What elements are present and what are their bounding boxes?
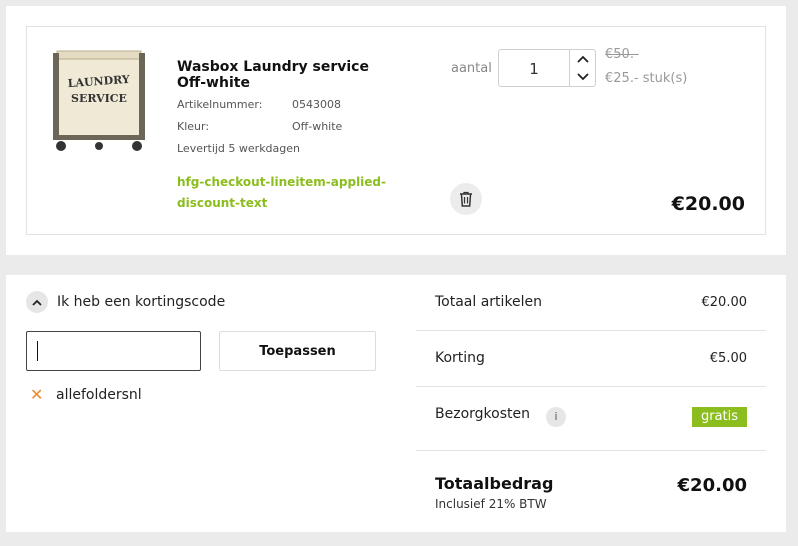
quantity-stepper[interactable]: 1 xyxy=(498,49,596,87)
color-value: Off-white xyxy=(292,120,343,133)
product-title[interactable]: Wasbox Laundry service Off-white xyxy=(177,59,387,91)
items-total-value: €20.00 xyxy=(701,295,748,310)
chevron-up-icon xyxy=(26,291,48,313)
coupon-code-input[interactable] xyxy=(26,331,201,371)
text-caret xyxy=(37,341,38,361)
grand-total-label: Totaalbedrag xyxy=(435,474,554,493)
cart-item-panel: LAUNDRY SERVICE Wasbox Laundry service O… xyxy=(6,6,786,255)
vat-note: Inclusief 21% BTW xyxy=(435,497,547,511)
apply-coupon-button[interactable]: Toepassen xyxy=(219,331,376,371)
quantity-label: aantal xyxy=(451,61,492,76)
applied-discount-text: hfg-checkout-lineitem-applied-discount-t… xyxy=(177,175,386,210)
remove-coupon-icon[interactable]: ✕ xyxy=(30,387,46,403)
discount-label: Korting xyxy=(435,350,485,366)
items-total-label: Totaal artikelen xyxy=(435,294,543,310)
summary-row-items: Totaal artikelen €20.00 xyxy=(416,275,766,331)
quantity-value[interactable]: 1 xyxy=(499,60,569,78)
unit-price: €25.- stuk(s) xyxy=(605,71,688,86)
quantity-increase-button[interactable] xyxy=(570,50,596,68)
shipping-free-badge: gratis xyxy=(691,407,747,427)
delivery-time: Levertijd 5 werkdagen xyxy=(177,142,301,155)
article-number-value: 0543008 xyxy=(292,98,341,111)
cart-line-item: LAUNDRY SERVICE Wasbox Laundry service O… xyxy=(26,26,766,235)
checkout-summary-panel: Ik heb een kortingscode Toepassen ✕ alle… xyxy=(6,275,786,532)
quantity-decrease-button[interactable] xyxy=(570,68,596,86)
remove-item-button[interactable] xyxy=(450,183,482,215)
chevron-down-icon xyxy=(577,73,589,81)
applied-coupon: ✕ allefoldersnl xyxy=(30,387,142,404)
applied-coupon-code: allefoldersnl xyxy=(56,387,142,403)
line-total: €20.00 xyxy=(671,193,745,215)
coupon-toggle-label: Ik heb een kortingscode xyxy=(57,294,226,310)
shipping-label: Bezorgkosten xyxy=(435,406,530,422)
product-image-text-2: SERVICE xyxy=(71,92,127,105)
info-icon[interactable]: i xyxy=(546,407,566,427)
grand-total-value: €20.00 xyxy=(677,475,747,496)
chevron-up-icon xyxy=(577,55,589,63)
summary-row-discount: Korting €5.00 xyxy=(416,331,766,387)
article-number-label: Artikelnummer: xyxy=(177,98,263,111)
coupon-toggle[interactable]: Ik heb een kortingscode xyxy=(26,291,225,313)
trash-icon xyxy=(460,191,472,207)
summary-row-shipping: Bezorgkosten i gratis xyxy=(416,387,766,451)
old-price: €50.- xyxy=(605,47,639,62)
discount-value: €5.00 xyxy=(709,351,747,366)
product-image[interactable]: LAUNDRY SERVICE xyxy=(53,47,145,153)
color-label: Kleur: xyxy=(177,120,210,133)
